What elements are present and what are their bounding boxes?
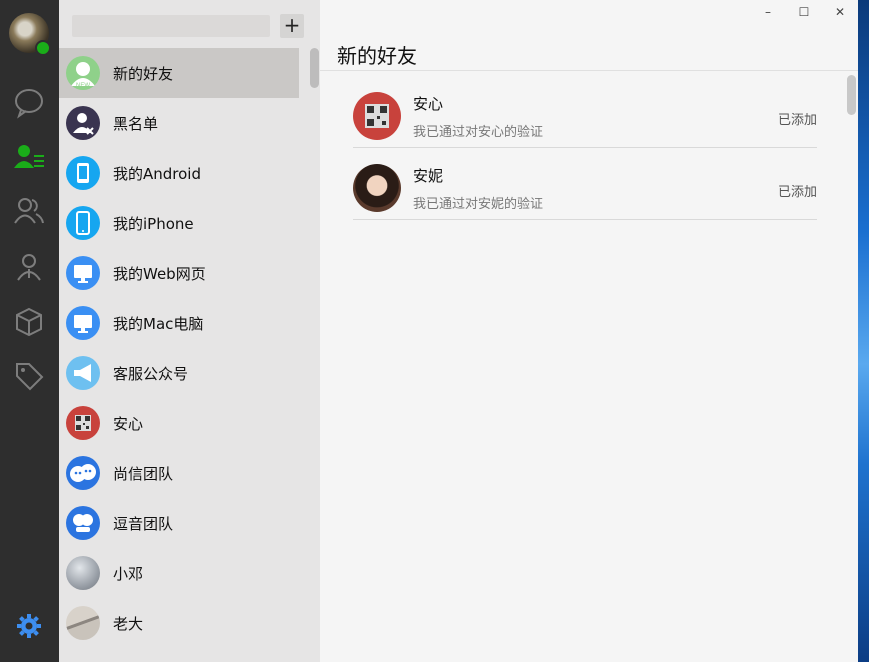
contact-name: 黑名单: [113, 114, 159, 133]
contact-item-xiaodeng[interactable]: 小邓: [59, 548, 299, 598]
box-icon[interactable]: [12, 305, 46, 339]
contact-item-my-android[interactable]: 我的Android: [59, 148, 299, 198]
qrcode-avatar-icon: [353, 92, 401, 140]
contact-item-my-web[interactable]: 我的Web网页: [59, 248, 299, 298]
tag-icon[interactable]: [12, 359, 46, 393]
contact-item-blacklist[interactable]: 黑名单: [59, 98, 299, 148]
contact-item-douyin-team[interactable]: 逗音团队: [59, 498, 299, 548]
web-monitor-icon: [66, 256, 100, 290]
contact-name: 我的Web网页: [113, 264, 206, 283]
iphone-icon: [66, 206, 100, 240]
chat-faces-icon: [66, 506, 100, 540]
online-status-icon: [35, 40, 51, 56]
photo-avatar-icon: [353, 164, 401, 212]
contact-item-shangxin-team[interactable]: 尚信团队: [59, 448, 299, 498]
contact-name: 我的iPhone: [113, 214, 194, 233]
megaphone-icon: [66, 356, 100, 390]
contact-name: 客服公众号: [113, 364, 189, 383]
request-name: 安心: [413, 95, 444, 113]
svg-text:NEW: NEW: [76, 83, 90, 89]
contact-item-anxin[interactable]: 安心: [59, 398, 299, 448]
contact-name: 安心: [113, 414, 144, 433]
maximize-button[interactable]: ☐: [796, 4, 812, 20]
contact-item-laoda[interactable]: 老大: [59, 598, 299, 648]
settings-icon[interactable]: [12, 609, 46, 643]
desktop-background: [858, 0, 869, 662]
contact-list-scrollbar[interactable]: [310, 48, 319, 88]
qrcode-avatar-icon: [66, 406, 100, 440]
contact-list-panel: + NEW 新的好友 黑名单 我的Android 我的iPhone 我的Web网…: [59, 0, 320, 662]
chat-faces-icon: [66, 456, 100, 490]
contact-item-my-mac[interactable]: 我的Mac电脑: [59, 298, 299, 348]
contacts-icon[interactable]: [12, 140, 46, 174]
contact-name: 老大: [113, 614, 144, 633]
request-status: 已添加: [777, 113, 817, 128]
mac-monitor-icon: [66, 306, 100, 340]
minimize-button[interactable]: –: [760, 4, 776, 20]
main-scrollbar[interactable]: [847, 75, 856, 115]
photo-avatar-icon: [66, 606, 100, 640]
person-icon[interactable]: [12, 250, 46, 284]
page-title: 新的好友: [337, 44, 417, 68]
new-friend-icon: NEW: [66, 56, 100, 90]
icon-sidebar: [0, 0, 59, 662]
contact-name: 尚信团队: [113, 464, 174, 483]
request-status: 已添加: [777, 185, 817, 200]
add-contact-button[interactable]: +: [280, 14, 304, 38]
chat-bubble-icon[interactable]: [12, 85, 46, 119]
request-message: 我已通过对安妮的验证: [413, 197, 544, 212]
main-panel: – ☐ ✕ 新的好友 安心 我已通过对安心的验证 已添加 安妮 我已通过对安妮的…: [320, 0, 858, 662]
contact-name: 我的Android: [113, 164, 201, 183]
contact-name: 小邓: [113, 564, 144, 583]
request-name: 安妮: [413, 167, 444, 185]
title-divider: [320, 70, 858, 71]
photo-avatar-icon: [66, 556, 100, 590]
contact-name: 逗音团队: [113, 514, 174, 533]
contact-item-my-iphone[interactable]: 我的iPhone: [59, 198, 299, 248]
contact-item-service-account[interactable]: 客服公众号: [59, 348, 299, 398]
contact-name: 我的Mac电脑: [113, 314, 204, 333]
blacklist-icon: [66, 106, 100, 140]
search-input[interactable]: [72, 15, 270, 37]
group-icon[interactable]: [12, 194, 46, 228]
contact-name: 新的好友: [113, 64, 174, 83]
request-message: 我已通过对安心的验证: [413, 125, 544, 140]
friend-request-item[interactable]: 安妮 我已通过对安妮的验证 已添加: [353, 148, 817, 220]
android-phone-icon: [66, 156, 100, 190]
contact-item-new-friends[interactable]: NEW 新的好友: [59, 48, 299, 98]
friend-request-item[interactable]: 安心 我已通过对安心的验证 已添加: [353, 76, 817, 148]
close-button[interactable]: ✕: [832, 4, 848, 20]
